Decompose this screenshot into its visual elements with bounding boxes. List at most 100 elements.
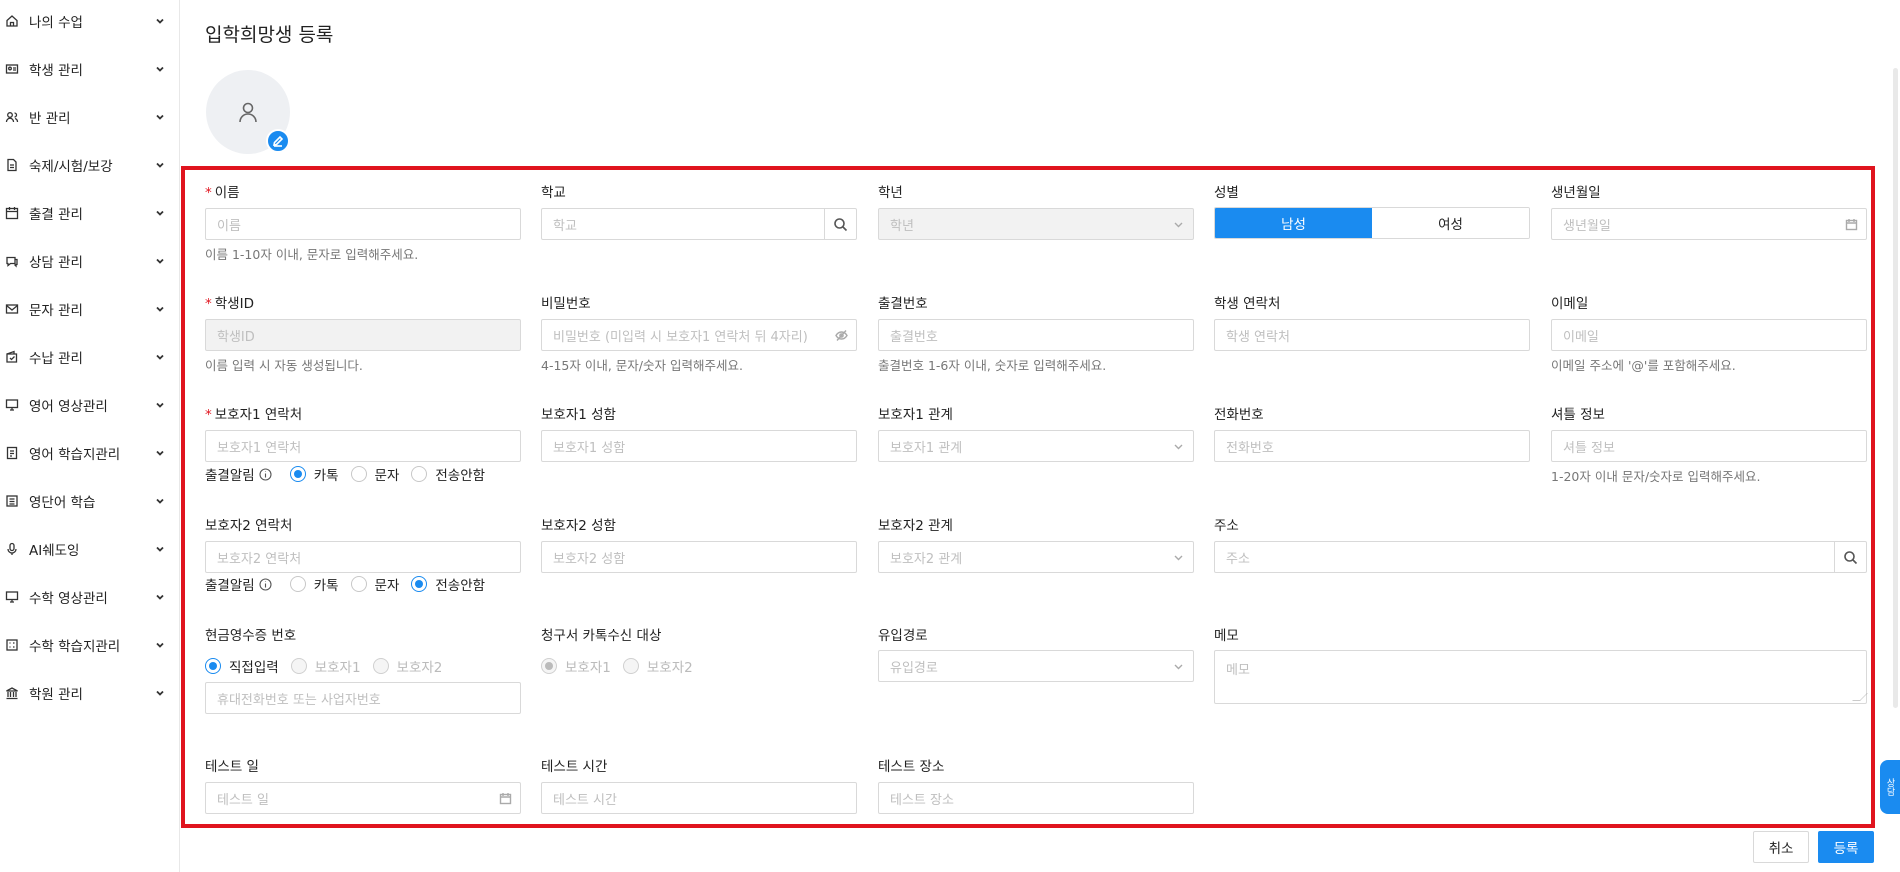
cancel-button[interactable]: 취소 (1753, 831, 1809, 863)
name-help: 이름 1-10자 이내, 문자로 입력해주세요. (205, 247, 419, 262)
grid-icon (4, 637, 20, 653)
sidebar-item-label: 출결 관리 (29, 207, 83, 223)
chevron-down-icon (154, 159, 166, 171)
phone-input[interactable]: 전화번호 (1214, 430, 1530, 462)
sidebar-item-math-video[interactable]: 수학 영상관리 (0, 583, 170, 611)
cash-receipt-input[interactable]: 휴대전화번호 또는 사업자번호 (205, 682, 521, 714)
student-id-label: * 학생ID (205, 296, 254, 312)
sidebar-item-label: 반 관리 (29, 111, 71, 127)
sidebar-item-academy[interactable]: 학원 관리 (0, 679, 170, 707)
inflow-label: 유입경로 (878, 628, 928, 644)
name-input[interactable]: 이름 (205, 208, 521, 240)
cash-receipt-guardian2-radio[interactable]: 보호자2 (372, 656, 442, 676)
chevron-down-icon (1163, 209, 1193, 239)
password-help: 4-15자 이내, 문자/숫자 입력해주세요. (541, 358, 743, 373)
search-icon[interactable] (1834, 542, 1866, 572)
avatar-edit-button[interactable] (266, 129, 290, 153)
school-input[interactable]: 학교 (541, 208, 857, 240)
info-icon[interactable] (259, 577, 272, 591)
inflow-select[interactable]: 유입경로 (878, 650, 1194, 682)
info-icon[interactable] (259, 467, 272, 481)
birth-label: 생년월일 (1551, 185, 1601, 201)
address-input[interactable]: 주소 (1214, 541, 1867, 573)
eye-off-icon[interactable] (826, 320, 856, 350)
chevron-down-icon (154, 351, 166, 363)
chevron-down-icon (154, 447, 166, 459)
email-help: 이메일 주소에 '@'를 포함해주세요. (1551, 358, 1736, 373)
guardian2-name-label: 보호자2 성함 (541, 518, 616, 534)
notify1-kakao-radio[interactable]: 카톡 (289, 464, 339, 484)
birth-date-input[interactable]: 생년월일 (1551, 208, 1867, 240)
invoice-guardian1-radio[interactable]: 보호자1 (541, 656, 611, 676)
sidebar-item-math-worksheet[interactable]: 수학 학습지관리 (0, 631, 170, 659)
sidebar-item-label: 영어 영상관리 (29, 399, 108, 415)
school-label: 학교 (541, 185, 566, 201)
shuttle-help: 1-20자 이내 문자/숫자로 입력해주세요. (1551, 469, 1761, 484)
cash-receipt-guardian1-radio[interactable]: 보호자1 (290, 656, 361, 676)
attendance-number-label: 출결번호 (878, 296, 928, 312)
submit-button[interactable]: 등록 (1818, 831, 1874, 863)
calendar-icon (1836, 209, 1866, 239)
scrollbar[interactable] (1893, 68, 1898, 708)
test-place-input[interactable]: 테스트 장소 (878, 782, 1194, 814)
chevron-down-icon (154, 255, 166, 267)
password-input[interactable]: 비밀번호 (미입력 시 보호자1 연락처 뒤 4자리) (541, 319, 857, 351)
guardian2-name-input[interactable]: 보호자2 성함 (541, 541, 857, 573)
student-phone-label: 학생 연락처 (1214, 296, 1281, 312)
sidebar-item-english-video[interactable]: 영어 영상관리 (0, 391, 170, 419)
sidebar-item-messages[interactable]: 문자 관리 (0, 295, 170, 323)
sidebar-item-counseling[interactable]: 상담 관리 (0, 247, 170, 275)
notify1-none-radio[interactable]: 전송안함 (411, 464, 485, 484)
guardian2-relation-select[interactable]: 보호자2 관계 (878, 541, 1194, 573)
gender-female-button[interactable]: 여성 (1372, 208, 1529, 238)
sidebar-item-label: 영단어 학습 (29, 495, 96, 511)
guardian2-phone-input[interactable]: 보호자2 연락처 (205, 541, 521, 573)
guardian2-phone-label: 보호자2 연락처 (205, 518, 293, 534)
shuttle-label: 셔틀 정보 (1551, 407, 1605, 423)
memo-textarea[interactable]: 메모 (1214, 650, 1868, 704)
sidebar-item-label: 학원 관리 (29, 687, 83, 703)
sidebar-item-label: 상담 관리 (29, 255, 83, 271)
guardian1-phone-label: * 보호자1 연락처 (205, 407, 303, 423)
chevron-down-icon (154, 543, 166, 555)
student-id-input[interactable]: 학생ID (205, 319, 521, 351)
guardian1-phone-input[interactable]: 보호자1 연락처 (205, 430, 521, 462)
chevron-down-icon (154, 303, 166, 315)
home-icon (4, 13, 20, 29)
sidebar-item-ai-shadowing[interactable]: AI쉐도잉 (0, 535, 170, 563)
required-mark: * (205, 296, 212, 312)
sidebar-item-vocabulary[interactable]: 영단어 학습 (0, 487, 170, 515)
email-input[interactable]: 이메일 (1551, 319, 1867, 351)
sidebar-item-payments[interactable]: 수납 관리 (0, 343, 170, 371)
gender-label: 성별 (1214, 185, 1239, 201)
test-date-input[interactable]: 테스트 일 (205, 782, 521, 814)
sidebar-item-my-class[interactable]: 나의 수업 (0, 7, 170, 35)
shuttle-input[interactable]: 셔틀 정보 (1551, 430, 1867, 462)
side-counsel-tab[interactable]: 상담 (1880, 760, 1900, 814)
student-id-help: 이름 입력 시 자동 생성됩니다. (205, 358, 363, 373)
invoice-guardian2-radio[interactable]: 보호자2 (622, 656, 693, 676)
test-time-input[interactable]: 테스트 시간 (541, 782, 857, 814)
guardian1-relation-select[interactable]: 보호자1 관계 (878, 430, 1194, 462)
sidebar-item-classes[interactable]: 반 관리 (0, 103, 170, 131)
notify1-sms-radio[interactable]: 문자 (350, 464, 399, 484)
phone-label: 전화번호 (1214, 407, 1264, 423)
attendance-number-input[interactable]: 출결번호 (878, 319, 1194, 351)
grade-select[interactable]: 학년 (878, 208, 1194, 240)
guardian1-name-input[interactable]: 보호자1 성함 (541, 430, 857, 462)
sidebar-item-students[interactable]: 학생 관리 (0, 55, 170, 83)
sidebar-item-homework[interactable]: 숙제/시험/보강 (0, 151, 170, 179)
student-phone-input[interactable]: 학생 연락처 (1214, 319, 1530, 351)
search-icon[interactable] (824, 209, 856, 239)
notify2-kakao-radio[interactable]: 카톡 (289, 574, 339, 594)
notify2-sms-radio[interactable]: 문자 (350, 574, 399, 594)
chevron-down-icon (154, 399, 166, 411)
chevron-down-icon (154, 111, 166, 123)
cash-receipt-direct-radio[interactable]: 직접입력 (205, 656, 279, 676)
sidebar-item-english-worksheet[interactable]: 영어 학습지관리 (0, 439, 170, 467)
notify2-none-radio[interactable]: 전송안함 (411, 574, 485, 594)
memo-label: 메모 (1214, 628, 1239, 644)
gender-male-button[interactable]: 남성 (1215, 208, 1372, 238)
cash-receipt-options: 직접입력 보호자1 보호자2 (193, 656, 442, 676)
sidebar-item-attendance[interactable]: 출결 관리 (0, 199, 170, 227)
